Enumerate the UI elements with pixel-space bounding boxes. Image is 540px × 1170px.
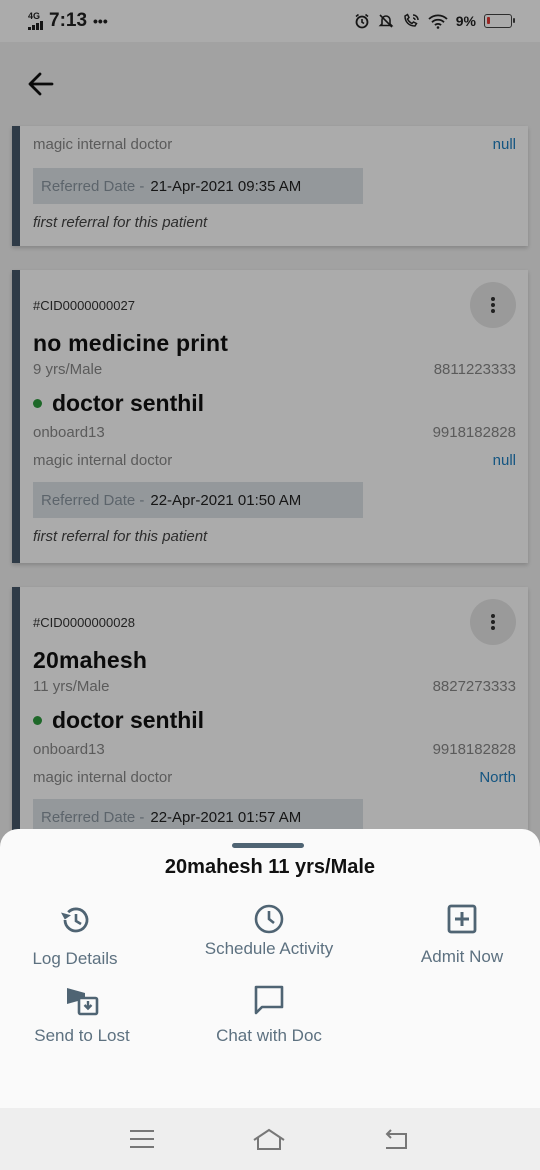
history-icon — [61, 907, 89, 933]
send-to-lost-label: Send to Lost — [34, 1026, 130, 1045]
home-icon[interactable] — [251, 1127, 287, 1151]
schedule-activity-label: Schedule Activity — [204, 939, 334, 958]
clock-icon — [254, 904, 284, 934]
send-to-lost-button[interactable]: Send to Lost — [22, 984, 142, 1046]
back-nav-icon[interactable] — [382, 1128, 412, 1150]
sheet-title: 20mahesh 11 yrs/Male — [164, 856, 376, 878]
schedule-activity-button[interactable]: Schedule Activity — [190, 903, 348, 959]
plus-box-icon — [447, 904, 477, 934]
send-to-lost-icon — [67, 988, 99, 1016]
admit-now-button[interactable]: Admit Now — [405, 903, 519, 967]
admit-now-label: Admit Now — [420, 947, 504, 966]
menu-icon[interactable] — [128, 1129, 156, 1149]
log-details-button[interactable]: Log Details — [20, 903, 130, 969]
system-nav-bar — [0, 1108, 540, 1170]
sheet-drag-handle[interactable] — [232, 843, 304, 848]
log-details-label: Log Details — [32, 949, 118, 968]
patient-actions-sheet: 20mahesh 11 yrs/Male Log Details Schedul… — [0, 829, 540, 1108]
chat-with-doc-label: Chat with Doc — [216, 1026, 322, 1045]
chat-bubble-icon — [254, 985, 284, 1015]
chat-with-doc-button[interactable]: Chat with Doc — [199, 984, 339, 1046]
